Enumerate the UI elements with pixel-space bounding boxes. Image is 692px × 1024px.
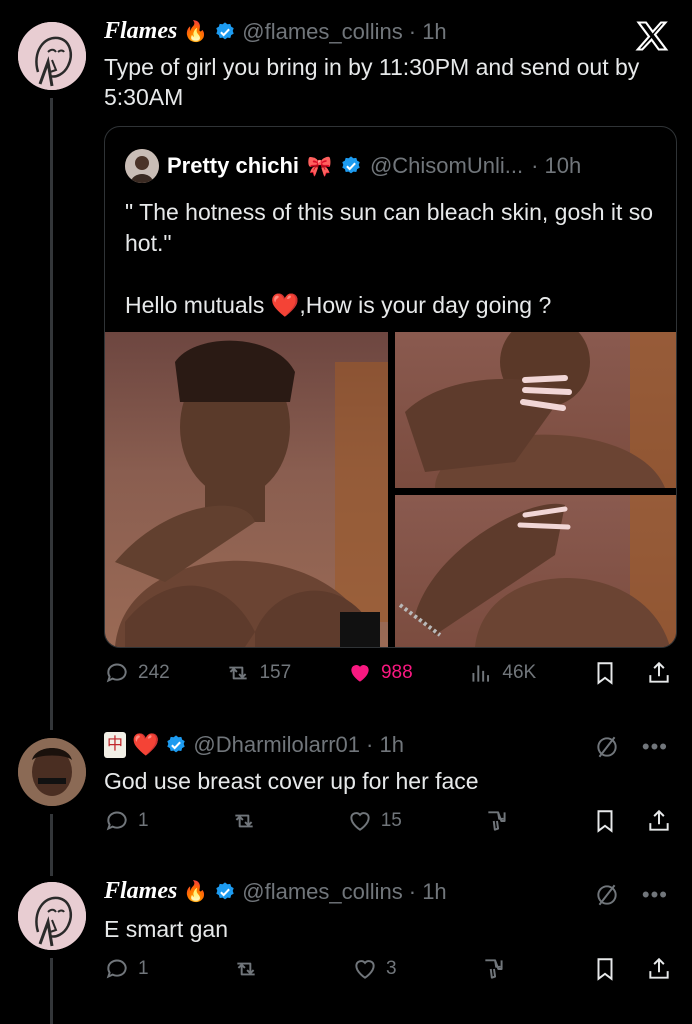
thread-line-1	[50, 98, 53, 730]
media-grid	[105, 332, 676, 647]
tweet-header: Flames 🔥 @flames_collins · 1h	[104, 18, 447, 45]
repost-arrows-icon	[234, 814, 253, 828]
bookmark-share	[592, 808, 672, 834]
reply-actions: 1 15	[104, 808, 672, 834]
reply-tools: •••	[594, 882, 668, 908]
tweet-actions: 242 157 988 46K	[104, 660, 672, 686]
handle[interactable]: @flames_collins	[242, 19, 403, 45]
quote-handle[interactable]: @ChisomUnli...	[370, 153, 523, 179]
quote-header: Pretty chichi 🎀 @ChisomUnli... · 10h	[125, 149, 581, 183]
fire-icon: 🔥	[183, 881, 209, 903]
red-heart-icon: ❤️	[270, 292, 300, 318]
reply-button[interactable]: 1	[104, 808, 149, 834]
quote-timestamp[interactable]: · 10h	[531, 153, 581, 179]
speech-bubble-icon	[106, 959, 127, 979]
share-icon[interactable]	[646, 956, 672, 982]
sketch-face-icon	[18, 882, 86, 950]
reply-tools: •••	[594, 734, 668, 760]
speech-bubble-icon	[106, 811, 127, 831]
reply-text: E smart gan	[104, 916, 228, 942]
like-button[interactable]: 988	[347, 660, 413, 686]
x-logo-icon[interactable]	[634, 18, 670, 54]
ellipsis-icon[interactable]: •••	[642, 882, 668, 908]
verified-badge-icon	[342, 156, 360, 174]
avatar[interactable]	[18, 22, 86, 90]
thread-line-2	[50, 814, 53, 876]
display-name[interactable]: Flames	[104, 878, 177, 905]
thread-line-3	[50, 958, 53, 1024]
bookmark-icon[interactable]	[592, 808, 618, 834]
repost-arrows-icon	[237, 962, 255, 976]
slashed-circle-icon[interactable]	[594, 734, 620, 760]
reply-actions: 1 3	[104, 956, 672, 982]
reply-button[interactable]: 242	[104, 660, 170, 686]
thumbs-down-icon	[485, 959, 503, 979]
media-image-2[interactable]	[395, 332, 676, 488]
share-icon[interactable]	[646, 808, 672, 834]
heart-icon	[351, 665, 369, 682]
verified-badge-icon	[216, 21, 234, 39]
verified-badge-icon	[167, 735, 186, 753]
share-icon[interactable]	[646, 660, 672, 686]
dislike-button[interactable]	[481, 956, 507, 982]
verified-badge-icon	[216, 881, 234, 899]
avatar[interactable]	[18, 882, 86, 950]
dislike-button[interactable]	[484, 808, 510, 834]
views-button[interactable]: 46K	[468, 660, 536, 686]
repost-arrows-icon	[229, 666, 248, 680]
media-image-1[interactable]	[105, 332, 388, 647]
reply-button[interactable]: 1	[104, 956, 149, 982]
like-count: 3	[385, 958, 397, 979]
tweet-text: Type of girl you bring in by 11:30PM and…	[104, 54, 640, 110]
reply-count: 242	[138, 662, 170, 683]
sketch-face-icon	[18, 22, 86, 90]
reply-count: 1	[138, 810, 149, 831]
quote-display-name[interactable]: Pretty chichi	[167, 153, 299, 179]
slashed-circle-icon[interactable]	[594, 882, 620, 908]
handle[interactable]: @Dharmilolarr01	[193, 732, 360, 758]
like-count: 988	[380, 662, 413, 683]
like-button[interactable]: 3	[352, 956, 397, 982]
bookmark-share	[592, 660, 672, 686]
red-heart-icon: ❤️	[132, 732, 160, 757]
repost-button[interactable]: 157	[225, 660, 291, 686]
reply-count: 1	[138, 958, 149, 979]
bookmark-icon[interactable]	[592, 956, 618, 982]
handle[interactable]: @flames_collins	[242, 879, 403, 905]
reply-text: God use breast cover up for her face	[104, 768, 479, 794]
quoted-tweet[interactable]: Pretty chichi 🎀 @ChisomUnli... · 10h " T…	[104, 126, 677, 648]
quote-text: " The hotness of this sun can bleach ski…	[125, 197, 655, 321]
timestamp[interactable]: · 1h	[366, 732, 404, 758]
like-count: 15	[380, 810, 402, 831]
repost-button[interactable]	[233, 956, 267, 982]
mahjong-tile-icon: 中	[104, 732, 126, 758]
bow-icon: 🎀	[307, 155, 332, 178]
speech-bubble-icon	[106, 663, 127, 683]
view-count: 46K	[502, 662, 537, 683]
ellipsis-icon[interactable]: •••	[642, 734, 668, 760]
quote-avatar	[125, 149, 159, 183]
reply-header: 中 ❤️ @Dharmilolarr01 · 1h	[104, 732, 404, 758]
repost-count: 157	[259, 662, 292, 683]
heart-icon	[355, 960, 375, 979]
heart-icon	[350, 812, 370, 831]
reply-header: Flames 🔥 @flames_collins · 1h	[104, 878, 447, 905]
timestamp[interactable]: · 1h	[409, 879, 447, 905]
repost-button[interactable]	[231, 808, 265, 834]
display-name[interactable]: Flames	[104, 18, 177, 45]
fire-icon: 🔥	[183, 21, 209, 43]
quote-text-tail: ,How is your day going ?	[299, 292, 552, 318]
media-image-3[interactable]	[395, 495, 676, 647]
thumbs-down-icon	[488, 811, 506, 831]
bookmark-share	[592, 956, 672, 982]
timestamp[interactable]: · 1h	[409, 19, 447, 45]
bar-chart-icon	[472, 665, 490, 682]
bookmark-icon[interactable]	[592, 660, 618, 686]
avatar[interactable]	[18, 738, 86, 806]
profile-photo-icon	[18, 738, 86, 806]
like-button[interactable]: 15	[347, 808, 402, 834]
